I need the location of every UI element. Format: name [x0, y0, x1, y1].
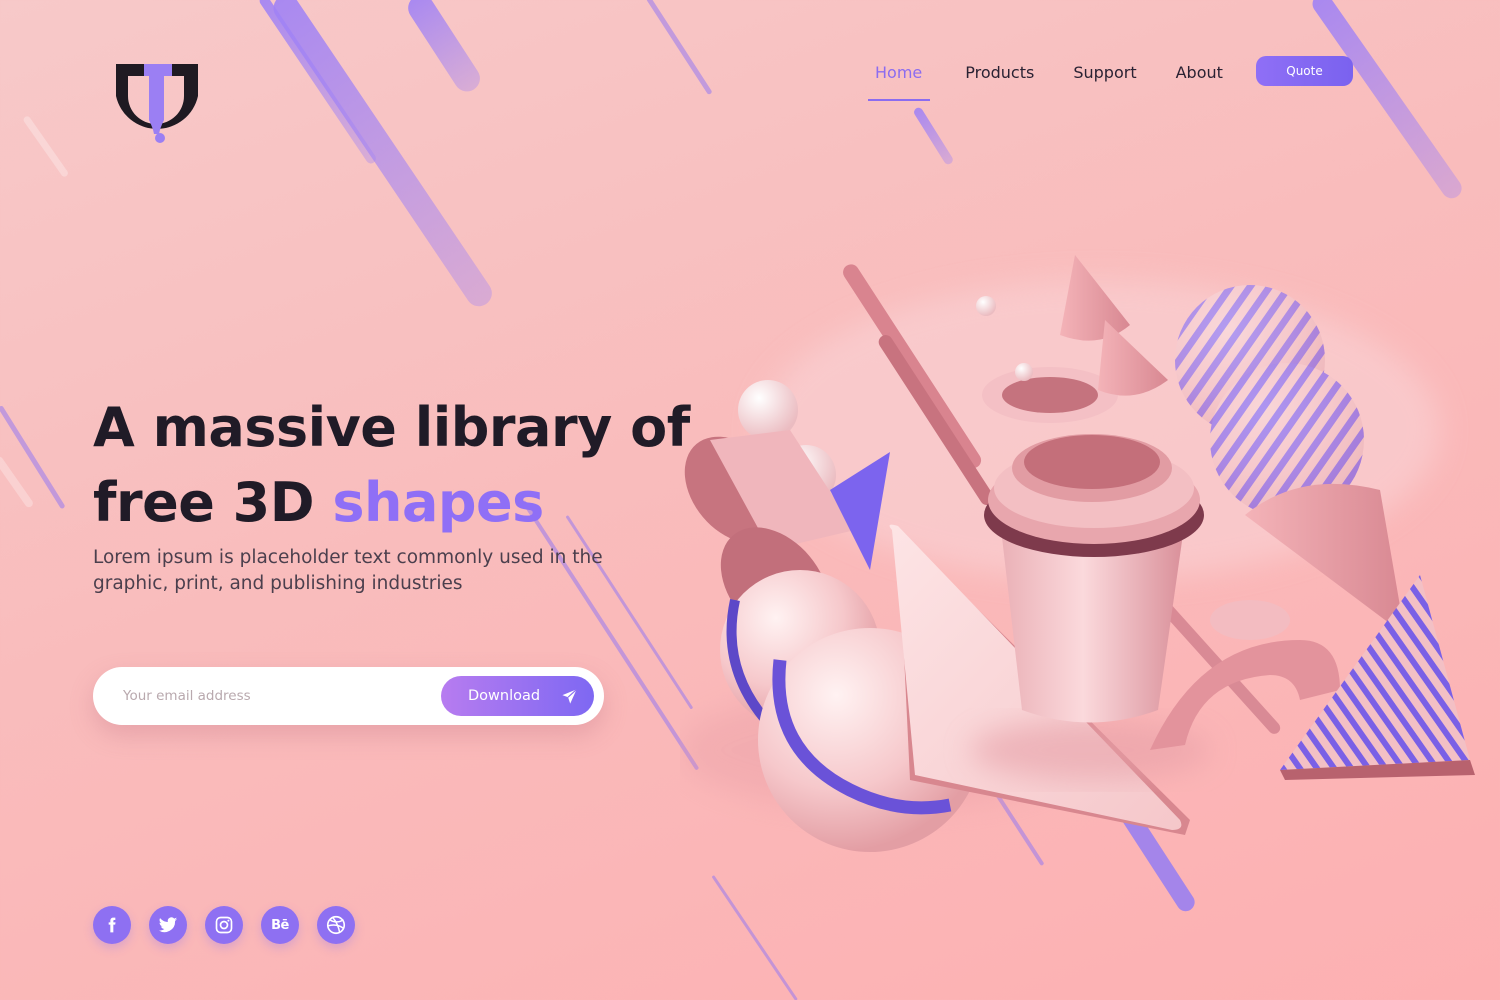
- facebook-button[interactable]: [93, 906, 131, 944]
- streak: [1308, 0, 1466, 203]
- twitter-button[interactable]: [149, 906, 187, 944]
- streak: [257, 0, 378, 166]
- headline-line-1: A massive library of: [93, 396, 690, 459]
- email-input[interactable]: [123, 683, 423, 709]
- nav-about[interactable]: About: [1176, 56, 1223, 82]
- streak: [22, 115, 70, 178]
- dribbble-button[interactable]: [317, 906, 355, 944]
- streak: [912, 106, 955, 166]
- streak: [0, 405, 66, 510]
- streak: [403, 0, 485, 97]
- instagram-button[interactable]: [205, 906, 243, 944]
- nav-products[interactable]: Products: [965, 56, 1034, 82]
- headline-line-2: free 3D: [93, 471, 333, 534]
- nav-home[interactable]: Home: [867, 56, 931, 101]
- streak: [0, 455, 35, 509]
- email-signup-form: Download: [93, 667, 604, 725]
- headline-accent: shapes: [332, 471, 544, 534]
- main-nav: Home Products Support About: [860, 56, 1223, 101]
- quote-button[interactable]: Quote: [1256, 56, 1353, 86]
- small-sphere: [1015, 363, 1033, 381]
- streak: [711, 875, 798, 1000]
- dribbble-icon: [326, 915, 346, 935]
- twitter-icon: [158, 917, 178, 933]
- behance-icon: Bē: [271, 917, 289, 933]
- streak: [521, 500, 700, 771]
- paper-plane-icon: [562, 688, 577, 704]
- download-button[interactable]: Download: [441, 676, 594, 716]
- small-sphere: [976, 296, 996, 316]
- streak: [268, 0, 497, 312]
- social-links: Bē: [93, 906, 373, 944]
- behance-button[interactable]: Bē: [261, 906, 299, 944]
- hero-headline: A massive library of free 3D shapes: [93, 390, 733, 540]
- nav-support[interactable]: Support: [1073, 56, 1136, 82]
- download-button-label: Download: [468, 688, 541, 704]
- 3d-shapes-illustration: [680, 255, 1475, 852]
- facebook-icon: [108, 917, 116, 933]
- brand-logo-icon[interactable]: [106, 58, 206, 144]
- streak: [645, 0, 713, 96]
- hero-subtext: Lorem ipsum is placeholder text commonly…: [93, 547, 603, 594]
- instagram-icon: [215, 916, 233, 934]
